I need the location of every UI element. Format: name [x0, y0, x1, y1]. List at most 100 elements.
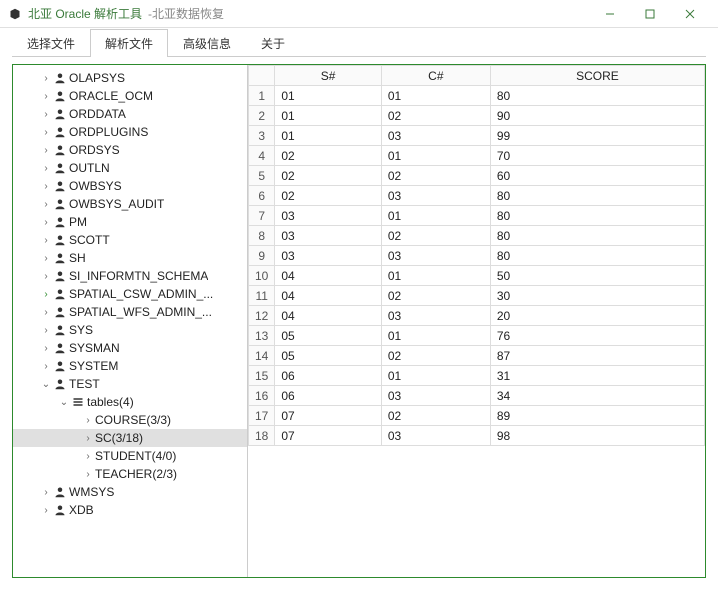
tree-schema-item[interactable]: ›SYSMAN [13, 339, 247, 357]
table-row[interactable]: 11040230 [249, 286, 705, 306]
table-row[interactable]: 2010290 [249, 106, 705, 126]
chevron-right-icon[interactable]: › [81, 433, 95, 444]
close-button[interactable] [670, 0, 710, 28]
data-cell[interactable]: 02 [381, 286, 490, 306]
data-cell[interactable]: 04 [275, 286, 381, 306]
table-row[interactable]: 10040150 [249, 266, 705, 286]
chevron-right-icon[interactable]: › [39, 307, 53, 318]
tree-table-item[interactable]: ›STUDENT(4/0) [13, 447, 247, 465]
data-cell[interactable]: 98 [490, 426, 704, 446]
table-row[interactable]: 15060131 [249, 366, 705, 386]
minimize-button[interactable] [590, 0, 630, 28]
table-row[interactable]: 7030180 [249, 206, 705, 226]
tree-schema-item[interactable]: ›SCOTT [13, 231, 247, 249]
tree-schema-item[interactable]: ›OWBSYS_AUDIT [13, 195, 247, 213]
data-cell[interactable]: 30 [490, 286, 704, 306]
chevron-right-icon[interactable]: › [39, 181, 53, 192]
data-cell[interactable]: 90 [490, 106, 704, 126]
chevron-right-icon[interactable]: › [39, 199, 53, 210]
chevron-right-icon[interactable]: › [39, 91, 53, 102]
tree-schema-item[interactable]: ›ORDDATA [13, 105, 247, 123]
data-cell[interactable]: 03 [381, 246, 490, 266]
data-cell[interactable]: 02 [381, 226, 490, 246]
tree-schema-item[interactable]: ›OUTLN [13, 159, 247, 177]
table-row[interactable]: 12040320 [249, 306, 705, 326]
data-cell[interactable]: 06 [275, 366, 381, 386]
data-cell[interactable]: 02 [275, 186, 381, 206]
data-cell[interactable]: 03 [381, 186, 490, 206]
chevron-right-icon[interactable]: › [39, 109, 53, 120]
chevron-right-icon[interactable]: › [39, 343, 53, 354]
data-cell[interactable]: 05 [275, 346, 381, 366]
data-cell[interactable]: 31 [490, 366, 704, 386]
data-cell[interactable]: 01 [381, 366, 490, 386]
tab-1[interactable]: 解析文件 [90, 29, 168, 57]
data-cell[interactable]: 99 [490, 126, 704, 146]
data-cell[interactable]: 03 [275, 226, 381, 246]
maximize-button[interactable] [630, 0, 670, 28]
tree-schema-item[interactable]: ›ORDSYS [13, 141, 247, 159]
table-row[interactable]: 4020170 [249, 146, 705, 166]
tree-table-item[interactable]: ›COURSE(3/3) [13, 411, 247, 429]
data-cell[interactable]: 20 [490, 306, 704, 326]
tab-0[interactable]: 选择文件 [12, 29, 90, 57]
chevron-right-icon[interactable]: › [39, 217, 53, 228]
data-cell[interactable]: 04 [275, 266, 381, 286]
tree-panel[interactable]: ›OLAPSYS›ORACLE_OCM›ORDDATA›ORDPLUGINS›O… [13, 65, 248, 577]
data-cell[interactable]: 02 [381, 406, 490, 426]
chevron-right-icon[interactable]: › [39, 163, 53, 174]
column-header[interactable]: S# [275, 66, 381, 86]
tree-schema-item[interactable]: ›SH [13, 249, 247, 267]
data-cell[interactable]: 87 [490, 346, 704, 366]
data-cell[interactable]: 07 [275, 406, 381, 426]
tree-schema-item[interactable]: ›OWBSYS [13, 177, 247, 195]
data-cell[interactable]: 01 [275, 86, 381, 106]
tree-schema-item[interactable]: ›ORACLE_OCM [13, 87, 247, 105]
tree-schema-item[interactable]: ›SYSTEM [13, 357, 247, 375]
chevron-right-icon[interactable]: › [39, 235, 53, 246]
data-cell[interactable]: 70 [490, 146, 704, 166]
chevron-right-icon[interactable]: › [39, 271, 53, 282]
data-panel[interactable]: S#C#SCORE 101018020102903010399402017050… [248, 65, 705, 577]
chevron-right-icon[interactable]: › [39, 253, 53, 264]
chevron-right-icon[interactable]: › [81, 469, 95, 480]
data-cell[interactable]: 04 [275, 306, 381, 326]
column-header[interactable]: C# [381, 66, 490, 86]
data-cell[interactable]: 02 [275, 166, 381, 186]
tree-schema-item[interactable]: ›OLAPSYS [13, 69, 247, 87]
tree-schema-item[interactable]: ›PM [13, 213, 247, 231]
table-row[interactable]: 9030380 [249, 246, 705, 266]
chevron-right-icon[interactable]: › [39, 361, 53, 372]
data-cell[interactable]: 80 [490, 186, 704, 206]
chevron-right-icon[interactable]: › [81, 415, 95, 426]
chevron-down-icon[interactable]: ⌄ [39, 379, 53, 390]
tree-table-item[interactable]: ›SC(3/18) [13, 429, 247, 447]
data-cell[interactable]: 02 [381, 346, 490, 366]
data-cell[interactable]: 01 [381, 266, 490, 286]
chevron-right-icon[interactable]: › [39, 127, 53, 138]
tree-schema-item[interactable]: ›XDB [13, 501, 247, 519]
table-row[interactable]: 14050287 [249, 346, 705, 366]
chevron-right-icon[interactable]: › [39, 145, 53, 156]
tree-schema-item[interactable]: ›SI_INFORMTN_SCHEMA [13, 267, 247, 285]
tree-schema-item[interactable]: ›SYS [13, 321, 247, 339]
chevron-right-icon[interactable]: › [39, 505, 53, 516]
chevron-right-icon[interactable]: › [39, 487, 53, 498]
tab-2[interactable]: 高级信息 [168, 29, 246, 57]
data-grid[interactable]: S#C#SCORE 101018020102903010399402017050… [248, 65, 705, 446]
data-cell[interactable]: 03 [381, 426, 490, 446]
data-cell[interactable]: 02 [381, 166, 490, 186]
data-cell[interactable]: 07 [275, 426, 381, 446]
tree-tables-folder[interactable]: ⌄tables(4) [13, 393, 247, 411]
chevron-right-icon[interactable]: › [39, 73, 53, 84]
tab-3[interactable]: 关于 [246, 29, 300, 57]
tree-schema-item[interactable]: ›WMSYS [13, 483, 247, 501]
data-cell[interactable]: 34 [490, 386, 704, 406]
table-row[interactable]: 3010399 [249, 126, 705, 146]
data-cell[interactable]: 01 [275, 106, 381, 126]
table-row[interactable]: 6020380 [249, 186, 705, 206]
data-cell[interactable]: 01 [381, 326, 490, 346]
data-cell[interactable]: 80 [490, 86, 704, 106]
tree-table-item[interactable]: ›TEACHER(2/3) [13, 465, 247, 483]
data-cell[interactable]: 06 [275, 386, 381, 406]
